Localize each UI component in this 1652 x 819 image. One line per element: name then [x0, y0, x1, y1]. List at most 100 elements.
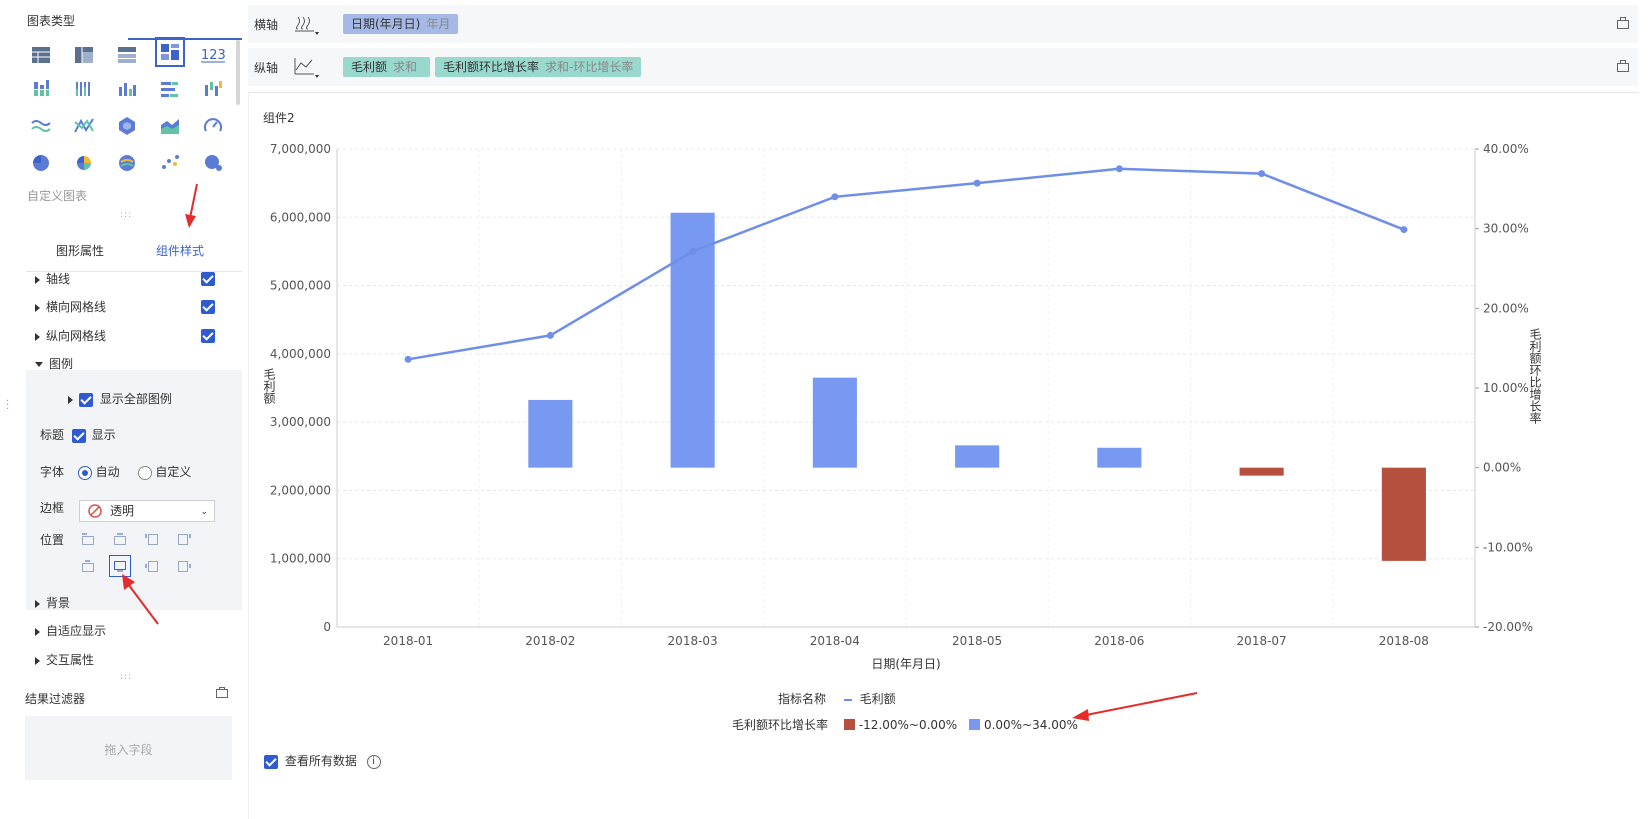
- combo-chart[interactable]: 0 1,000,000 2,000,000 3,000,000 4,000,000 5,0…: [249, 93, 1639, 743]
- y-axis-field-pill-profit[interactable]: 毛利额 求和: [343, 57, 430, 77]
- tab-component-style[interactable]: 组件样式: [126, 242, 234, 259]
- scatter-chart-icon[interactable]: [155, 148, 185, 178]
- position-bottom-left-icon[interactable]: [77, 555, 99, 577]
- y-axis-row[interactable]: 纵轴 毛利额 求和 毛利额环比增长率 求和-环比增长率: [248, 48, 1638, 86]
- expand-triangle-icon[interactable]: [35, 332, 40, 341]
- x-axis-settings-icon[interactable]: [292, 13, 322, 37]
- legend-title-checkbox[interactable]: [71, 428, 86, 443]
- profit-point: [1400, 226, 1408, 234]
- horizontal-grid-row[interactable]: 横向网格线: [35, 298, 230, 320]
- expand-triangle-icon[interactable]: [68, 395, 73, 404]
- y-axis-settings-icon[interactable]: [292, 56, 322, 80]
- legend-border-label: 边框: [40, 501, 65, 515]
- axis-line-row[interactable]: 轴线: [35, 270, 230, 292]
- legend-font-row: 字体 自动 自定义: [40, 465, 192, 480]
- tab-graph-properties[interactable]: 图形属性: [26, 242, 134, 259]
- position-top-icon[interactable]: [109, 528, 131, 550]
- bubble-chart-icon[interactable]: [198, 148, 228, 178]
- expand-triangle-icon[interactable]: [35, 599, 40, 608]
- x-axis-row[interactable]: 横轴 日期(年月日) 年月: [248, 5, 1638, 43]
- collapse-triangle-icon[interactable]: [35, 362, 43, 367]
- y-axis-field-pill-growth[interactable]: 毛利额环比增长率 求和-环比增长率: [435, 57, 642, 77]
- map-chart-icon[interactable]: [112, 148, 142, 178]
- rose-chart-icon[interactable]: [69, 148, 99, 178]
- property-tabs: 图形属性 组件样式: [26, 232, 242, 272]
- growth-bar: [812, 377, 857, 468]
- bar-chart-icon[interactable]: [112, 74, 142, 104]
- profit-point: [404, 355, 412, 363]
- vertical-grid-row[interactable]: 纵向网格线: [35, 327, 230, 349]
- section-drag-handle[interactable]: :::: [120, 210, 132, 220]
- chart-type-scrollbar[interactable]: [236, 40, 240, 105]
- position-top-left-icon[interactable]: [77, 528, 99, 550]
- gauge-icon[interactable]: [198, 111, 228, 141]
- pie-chart-icon[interactable]: [26, 148, 56, 178]
- y-axis-clear-icon[interactable]: [1616, 59, 1630, 73]
- combo-chart-icon[interactable]: [155, 37, 185, 67]
- x-tick-label: 2018-03: [668, 634, 718, 648]
- show-all-legend-checkbox[interactable]: [79, 392, 93, 407]
- expand-triangle-icon[interactable]: [35, 656, 40, 665]
- info-icon[interactable]: i: [366, 754, 381, 769]
- y2-tick-label: 30.00%: [1483, 222, 1529, 236]
- panel-resize-handle[interactable]: · · ·: [6, 397, 9, 415]
- filter-drop-zone[interactable]: 拖入字段: [25, 716, 232, 780]
- font-custom-radio[interactable]: [137, 465, 152, 480]
- range-bar-icon[interactable]: [198, 74, 228, 104]
- kpi-number-icon[interactable]: 123: [198, 40, 228, 70]
- area-chart-icon[interactable]: [155, 111, 185, 141]
- font-auto-radio[interactable]: [77, 465, 92, 480]
- profit-point: [1115, 165, 1123, 173]
- x-tick-label: 2018-05: [952, 634, 1002, 648]
- expand-triangle-icon[interactable]: [35, 275, 40, 284]
- x-axis-field-pill[interactable]: 日期(年月日) 年月: [343, 14, 459, 34]
- no-border-icon: [88, 504, 102, 518]
- custom-chart-label[interactable]: 自定义图表: [27, 187, 87, 204]
- x-tick-label: 2018-07: [1237, 634, 1287, 648]
- legend-range-negative[interactable]: -12.00%~0.00%: [843, 718, 957, 732]
- show-all-legend-row[interactable]: 显示全部图例: [68, 390, 172, 407]
- show-all-data-checkbox[interactable]: [264, 754, 278, 769]
- x-axis-label: 横轴: [254, 18, 279, 32]
- y-tick-label: 2,000,000: [270, 483, 331, 497]
- svg-text:123: 123: [201, 48, 226, 63]
- y2-tick-label: 20.00%: [1483, 301, 1529, 315]
- table-icon[interactable]: [26, 40, 56, 70]
- show-all-data-row: 查看所有数据 i: [264, 752, 381, 769]
- line-chart-icon[interactable]: [69, 111, 99, 141]
- y-tick-label: 4,000,000: [270, 347, 331, 361]
- border-select[interactable]: 透明 ⌄: [79, 500, 215, 522]
- y-tick-label: 5,000,000: [270, 279, 331, 293]
- profit-point: [689, 247, 697, 255]
- position-left-top-icon[interactable]: [141, 528, 163, 550]
- clear-filter-icon[interactable]: [215, 686, 229, 698]
- x-axis-title: 日期(年月日): [871, 657, 940, 671]
- adaptive-display-row[interactable]: 自适应显示: [35, 622, 230, 644]
- legend-section-header[interactable]: 图例: [35, 355, 73, 372]
- horizontal-bar-icon[interactable]: [155, 74, 185, 104]
- horizontal-grid-checkbox[interactable]: [201, 300, 215, 314]
- legend-item-profit[interactable]: 毛利额: [860, 692, 896, 706]
- detail-table-icon[interactable]: [112, 40, 142, 70]
- position-left-icon[interactable]: [141, 555, 163, 577]
- expand-triangle-icon[interactable]: [35, 627, 40, 636]
- position-right-top-icon[interactable]: [173, 528, 195, 550]
- axis-line-checkbox[interactable]: [201, 272, 215, 286]
- position-right-icon[interactable]: [173, 555, 195, 577]
- radar-chart-icon[interactable]: [112, 111, 142, 141]
- interaction-props-row[interactable]: 交互属性: [35, 651, 230, 673]
- area-wave-icon[interactable]: [26, 111, 56, 141]
- section-drag-handle[interactable]: :::: [120, 672, 132, 682]
- cross-table-icon[interactable]: [69, 40, 99, 70]
- y-tick-label: 1,000,000: [270, 552, 331, 566]
- stacked-bar-icon[interactable]: [69, 74, 99, 104]
- position-bottom-icon[interactable]: [109, 555, 131, 577]
- expand-triangle-icon[interactable]: [35, 303, 40, 312]
- result-filter-title: 结果过滤器: [25, 692, 86, 706]
- grouped-bar-icon[interactable]: [26, 74, 56, 104]
- x-axis-clear-icon[interactable]: [1616, 16, 1630, 30]
- vertical-grid-checkbox[interactable]: [201, 329, 215, 343]
- background-row[interactable]: 背景: [35, 594, 230, 616]
- legend-range-positive[interactable]: 0.00%~34.00%: [968, 718, 1078, 732]
- x-tick-label: 2018-04: [810, 634, 860, 648]
